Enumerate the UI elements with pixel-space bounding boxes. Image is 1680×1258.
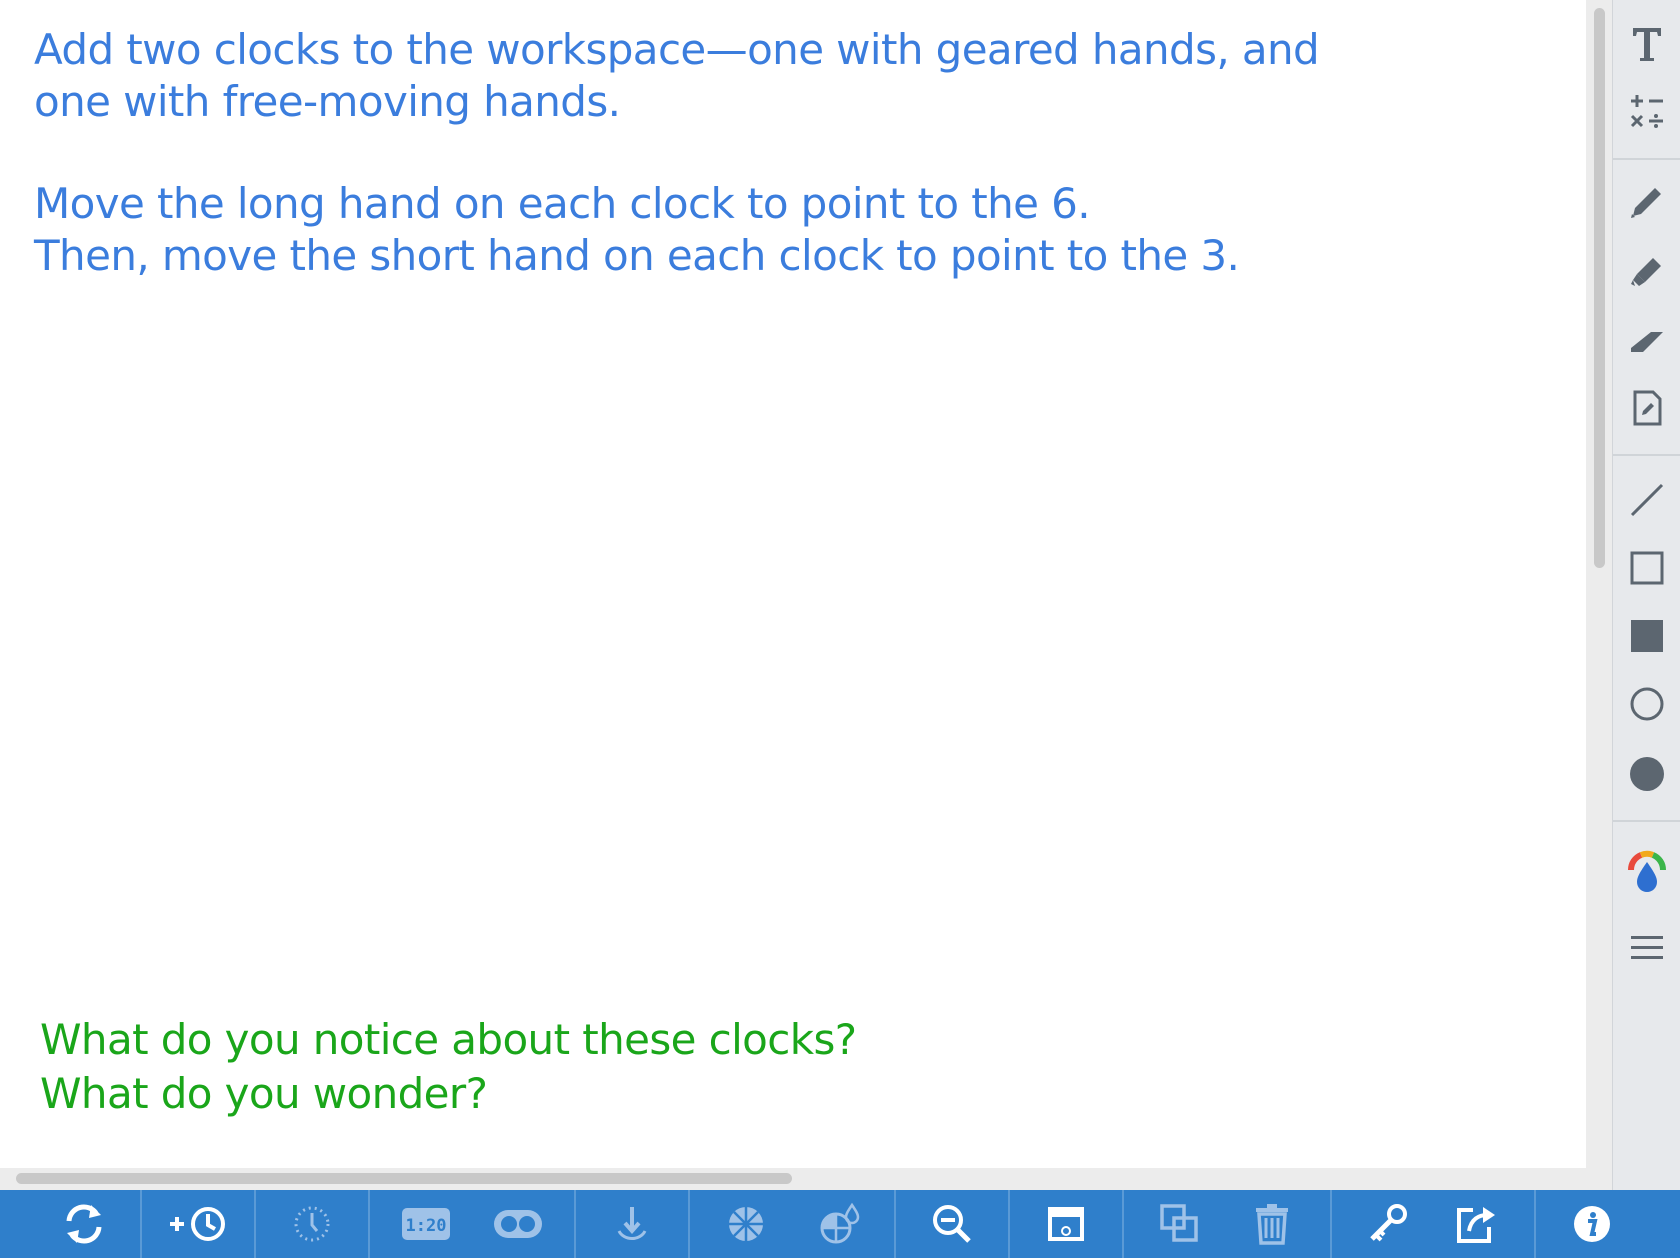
visibility-toggle-icon [494, 1210, 542, 1238]
add-clock-icon [170, 1207, 225, 1241]
reset-icon [66, 1204, 102, 1244]
key-icon [1370, 1204, 1407, 1242]
menu-button[interactable] [1613, 918, 1680, 978]
clock-ticks-button[interactable] [272, 1190, 352, 1258]
circle-outline-tool-button[interactable] [1613, 674, 1680, 734]
math-symbols-tool-button[interactable] [1613, 82, 1680, 142]
pen-icon [1631, 188, 1661, 218]
screenshot-button[interactable] [1026, 1190, 1106, 1258]
drawing-toolbar [1612, 0, 1680, 1190]
note-icon [1633, 390, 1662, 426]
toolbar-divider [368, 1190, 370, 1258]
instruction-line: Then, move the short hand on each clock … [34, 231, 1240, 280]
prompt-line: What do you wonder? [40, 1069, 488, 1118]
highlighter-tool-button[interactable] [1613, 240, 1680, 300]
trash-icon [1256, 1204, 1288, 1245]
pointer-button[interactable] [592, 1190, 672, 1258]
toolbar-divider [140, 1190, 142, 1258]
eraser-icon [1631, 332, 1663, 352]
toolbar-divider [574, 1190, 576, 1258]
circle-filled-tool-button[interactable] [1613, 744, 1680, 804]
text-tool-button[interactable] [1613, 14, 1680, 74]
rectangle-outline-icon [1630, 551, 1664, 585]
toolbar-divider [1613, 158, 1680, 160]
toolbar-divider [894, 1190, 896, 1258]
toolbar-divider [254, 1190, 256, 1258]
digital-clock-icon-text: 1:20 [406, 1216, 447, 1236]
circle-filled-icon [1630, 757, 1664, 791]
fraction-circle-icon [729, 1207, 763, 1241]
toolbar-divider [1122, 1190, 1124, 1258]
zoom-out-button[interactable] [912, 1190, 992, 1258]
toolbar-divider [688, 1190, 690, 1258]
rectangle-outline-tool-button[interactable] [1613, 538, 1680, 598]
rectangle-filled-tool-button[interactable] [1613, 606, 1680, 666]
main-toolbar: 1:20 [0, 1190, 1680, 1258]
key-button[interactable] [1348, 1190, 1428, 1258]
toolbar-divider [1613, 454, 1680, 456]
share-button[interactable] [1436, 1190, 1516, 1258]
info-button[interactable] [1552, 1190, 1632, 1258]
toolbar-divider [1008, 1190, 1010, 1258]
prompt-line: What do you notice about these clocks? [40, 1015, 857, 1064]
trash-button[interactable] [1232, 1190, 1312, 1258]
share-icon [1457, 1207, 1495, 1243]
highlighter-icon [1631, 258, 1661, 286]
toolbar-divider [1613, 820, 1680, 822]
math-symbols-icon [1630, 95, 1663, 128]
screenshot-icon [1048, 1207, 1084, 1241]
text-icon [1633, 28, 1661, 61]
instruction-line: one with free-moving hands. [34, 77, 621, 126]
instruction-line: Add two clocks to the workspace—one with… [34, 25, 1320, 74]
note-tool-button[interactable] [1613, 378, 1680, 438]
visibility-toggle-button[interactable] [478, 1190, 558, 1258]
color-picker-icon [1627, 850, 1667, 892]
info-icon [1574, 1206, 1610, 1242]
workspace-canvas[interactable]: Add two clocks to the workspace—one with… [0, 0, 1586, 1168]
pen-tool-button[interactable] [1613, 172, 1680, 232]
horizontal-scrollbar-thumb[interactable] [16, 1173, 792, 1184]
line-icon [1630, 483, 1664, 517]
toolbar-divider [1330, 1190, 1332, 1258]
duplicate-button[interactable] [1140, 1190, 1220, 1258]
color-picker-button[interactable] [1613, 842, 1680, 902]
fill-color-button[interactable] [800, 1190, 880, 1258]
eraser-tool-button[interactable] [1613, 310, 1680, 370]
circle-outline-icon [1630, 687, 1664, 721]
digital-clock-icon: 1:20 [402, 1208, 450, 1240]
vertical-scrollbar-thumb[interactable] [1594, 8, 1605, 568]
clock-ticks-icon [294, 1206, 330, 1242]
add-clock-button[interactable] [158, 1190, 238, 1258]
pointer-icon [617, 1207, 647, 1240]
toolbar-divider [1534, 1190, 1536, 1258]
reset-button[interactable] [44, 1190, 124, 1258]
fill-color-icon [820, 1202, 860, 1244]
rectangle-filled-icon [1631, 620, 1663, 652]
menu-icon [1631, 936, 1663, 959]
zoom-out-icon [933, 1205, 971, 1243]
digital-clock-button[interactable]: 1:20 [386, 1190, 466, 1258]
line-tool-button[interactable] [1613, 470, 1680, 530]
instruction-line: Move the long hand on each clock to poin… [34, 179, 1091, 228]
duplicate-icon [1160, 1204, 1198, 1242]
fraction-circle-button[interactable] [706, 1190, 786, 1258]
